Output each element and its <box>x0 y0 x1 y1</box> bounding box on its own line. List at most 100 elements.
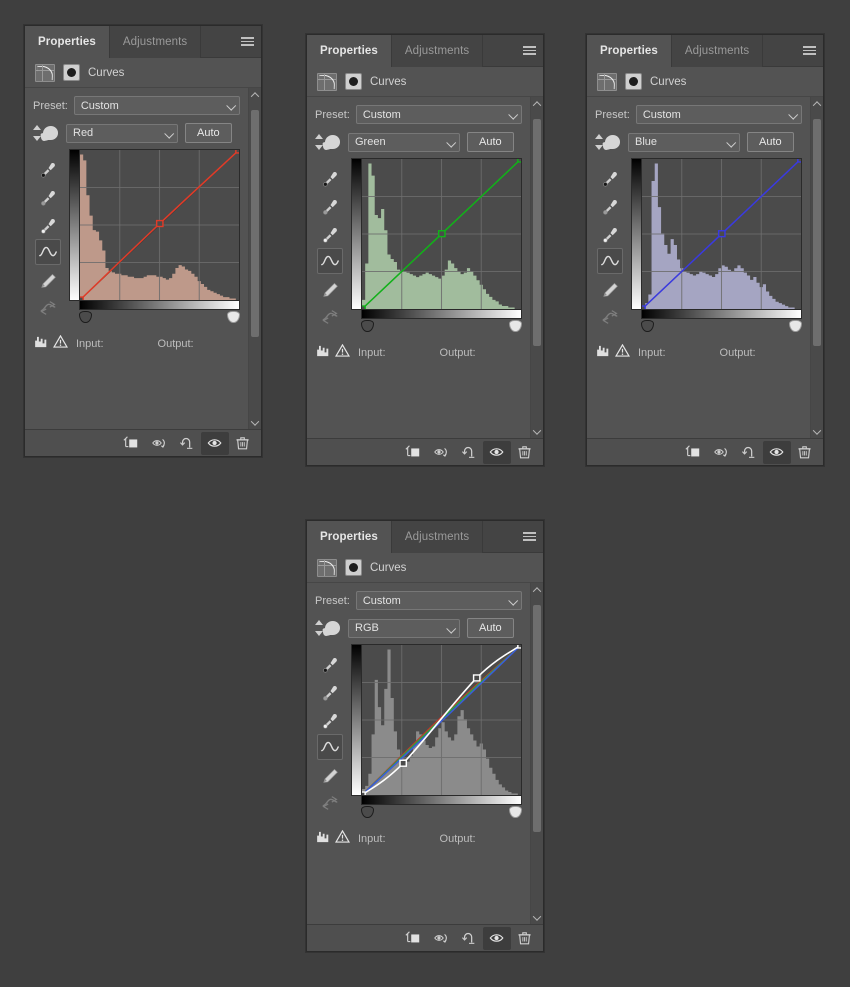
sample-white-point-eyedropper-icon[interactable] <box>597 220 623 246</box>
panel-scrollbar[interactable] <box>530 583 543 924</box>
scroll-down-arrow[interactable] <box>531 425 543 438</box>
sample-black-point-eyedropper-icon[interactable] <box>317 164 343 190</box>
edit-points-curve-icon[interactable] <box>597 248 623 274</box>
black-point-slider-handle[interactable] <box>361 806 374 818</box>
preset-select[interactable]: Custom <box>635 105 802 124</box>
view-previous-state-button[interactable] <box>707 441 735 464</box>
layer-mask-thumbnail-icon[interactable] <box>345 559 362 576</box>
reset-adjustment-button[interactable] <box>173 432 201 455</box>
toggle-layer-visibility-button[interactable] <box>201 431 229 455</box>
curve-plot[interactable] <box>361 158 522 310</box>
layer-mask-thumbnail-icon[interactable] <box>625 73 642 90</box>
on-image-adjustment-tool-icon[interactable] <box>595 132 621 152</box>
curve-plot[interactable] <box>641 158 802 310</box>
uncached-data-warning-icon[interactable] <box>334 343 351 362</box>
sample-black-point-eyedropper-icon[interactable] <box>597 164 623 190</box>
panel-scrollbar[interactable] <box>810 97 823 438</box>
tab-properties[interactable]: Properties <box>307 521 392 553</box>
smooth-curve-values-icon[interactable] <box>597 304 623 330</box>
white-point-slider-handle[interactable] <box>509 806 522 818</box>
channel-select[interactable]: Green <box>348 132 460 152</box>
layer-mask-thumbnail-icon[interactable] <box>345 73 362 90</box>
scrollbar-thumb[interactable] <box>533 605 541 833</box>
edit-points-curve-icon[interactable] <box>35 239 61 265</box>
curve-plot[interactable] <box>361 644 522 796</box>
white-point-slider-handle[interactable] <box>789 320 802 332</box>
sample-white-point-eyedropper-icon[interactable] <box>35 211 61 237</box>
black-point-slider-handle[interactable] <box>641 320 654 332</box>
panel-scrollbar[interactable] <box>530 97 543 438</box>
tab-adjustments[interactable]: Adjustments <box>392 35 484 67</box>
reset-adjustment-button[interactable] <box>455 927 483 950</box>
sample-black-point-eyedropper-icon[interactable] <box>317 650 343 676</box>
tab-properties[interactable]: Properties <box>307 35 392 67</box>
clip-to-layer-button[interactable] <box>679 441 707 464</box>
scroll-up-arrow[interactable] <box>249 88 261 101</box>
on-image-adjustment-tool-icon[interactable] <box>33 123 59 143</box>
delete-adjustment-layer-button[interactable] <box>229 432 257 455</box>
preset-select[interactable]: Custom <box>355 105 522 124</box>
scrollbar-thumb[interactable] <box>251 110 259 338</box>
view-previous-state-button[interactable] <box>427 441 455 464</box>
tab-properties[interactable]: Properties <box>25 26 110 58</box>
scrollbar-track[interactable] <box>811 110 823 425</box>
preset-select[interactable]: Custom <box>73 96 240 115</box>
scrollbar-track[interactable] <box>531 596 543 911</box>
sample-white-point-eyedropper-icon[interactable] <box>317 706 343 732</box>
channel-select[interactable]: Red <box>66 123 178 143</box>
on-image-adjustment-tool-icon[interactable] <box>315 618 341 638</box>
toggle-layer-visibility-button[interactable] <box>483 926 511 950</box>
smooth-curve-values-icon[interactable] <box>317 304 343 330</box>
scroll-up-arrow[interactable] <box>531 97 543 110</box>
sample-gray-point-eyedropper-icon[interactable] <box>317 192 343 218</box>
clip-to-layer-button[interactable] <box>399 441 427 464</box>
scrollbar-track[interactable] <box>249 101 261 416</box>
histogram-icon[interactable] <box>317 344 334 362</box>
sample-gray-point-eyedropper-icon[interactable] <box>317 678 343 704</box>
layer-mask-thumbnail-icon[interactable] <box>63 64 80 81</box>
white-point-slider-handle[interactable] <box>509 320 522 332</box>
toggle-layer-visibility-button[interactable] <box>483 440 511 464</box>
auto-button[interactable]: Auto <box>467 132 514 152</box>
hamburger-menu-icon[interactable] <box>233 26 261 58</box>
channel-select[interactable]: RGB <box>348 618 460 638</box>
clip-to-layer-button[interactable] <box>117 432 145 455</box>
scroll-down-arrow[interactable] <box>531 911 543 924</box>
draw-pencil-curve-icon[interactable] <box>317 762 343 788</box>
tab-adjustments[interactable]: Adjustments <box>672 35 764 67</box>
uncached-data-warning-icon[interactable] <box>614 343 631 362</box>
smooth-curve-values-icon[interactable] <box>35 295 61 321</box>
scrollbar-track[interactable] <box>531 110 543 425</box>
view-previous-state-button[interactable] <box>427 927 455 950</box>
histogram-icon[interactable] <box>35 335 52 353</box>
scroll-up-arrow[interactable] <box>811 97 823 110</box>
uncached-data-warning-icon[interactable] <box>334 829 351 848</box>
clip-to-layer-button[interactable] <box>399 927 427 950</box>
toggle-layer-visibility-button[interactable] <box>763 440 791 464</box>
delete-adjustment-layer-button[interactable] <box>511 441 539 464</box>
scroll-up-arrow[interactable] <box>531 583 543 596</box>
preset-select[interactable]: Custom <box>355 591 522 610</box>
sample-white-point-eyedropper-icon[interactable] <box>317 220 343 246</box>
hamburger-menu-icon[interactable] <box>515 521 543 553</box>
sample-black-point-eyedropper-icon[interactable] <box>35 155 61 181</box>
draw-pencil-curve-icon[interactable] <box>597 276 623 302</box>
sample-gray-point-eyedropper-icon[interactable] <box>35 183 61 209</box>
auto-button[interactable]: Auto <box>467 618 514 638</box>
scrollbar-thumb[interactable] <box>813 119 821 347</box>
tab-properties[interactable]: Properties <box>587 35 672 67</box>
smooth-curve-values-icon[interactable] <box>317 790 343 816</box>
scrollbar-thumb[interactable] <box>533 119 541 347</box>
auto-button[interactable]: Auto <box>185 123 232 143</box>
reset-adjustment-button[interactable] <box>735 441 763 464</box>
histogram-icon[interactable] <box>597 344 614 362</box>
on-image-adjustment-tool-icon[interactable] <box>315 132 341 152</box>
auto-button[interactable]: Auto <box>747 132 794 152</box>
delete-adjustment-layer-button[interactable] <box>511 927 539 950</box>
draw-pencil-curve-icon[interactable] <box>317 276 343 302</box>
panel-scrollbar[interactable] <box>248 88 261 429</box>
reset-adjustment-button[interactable] <box>455 441 483 464</box>
curve-plot[interactable] <box>79 149 240 301</box>
draw-pencil-curve-icon[interactable] <box>35 267 61 293</box>
histogram-icon[interactable] <box>317 830 334 848</box>
